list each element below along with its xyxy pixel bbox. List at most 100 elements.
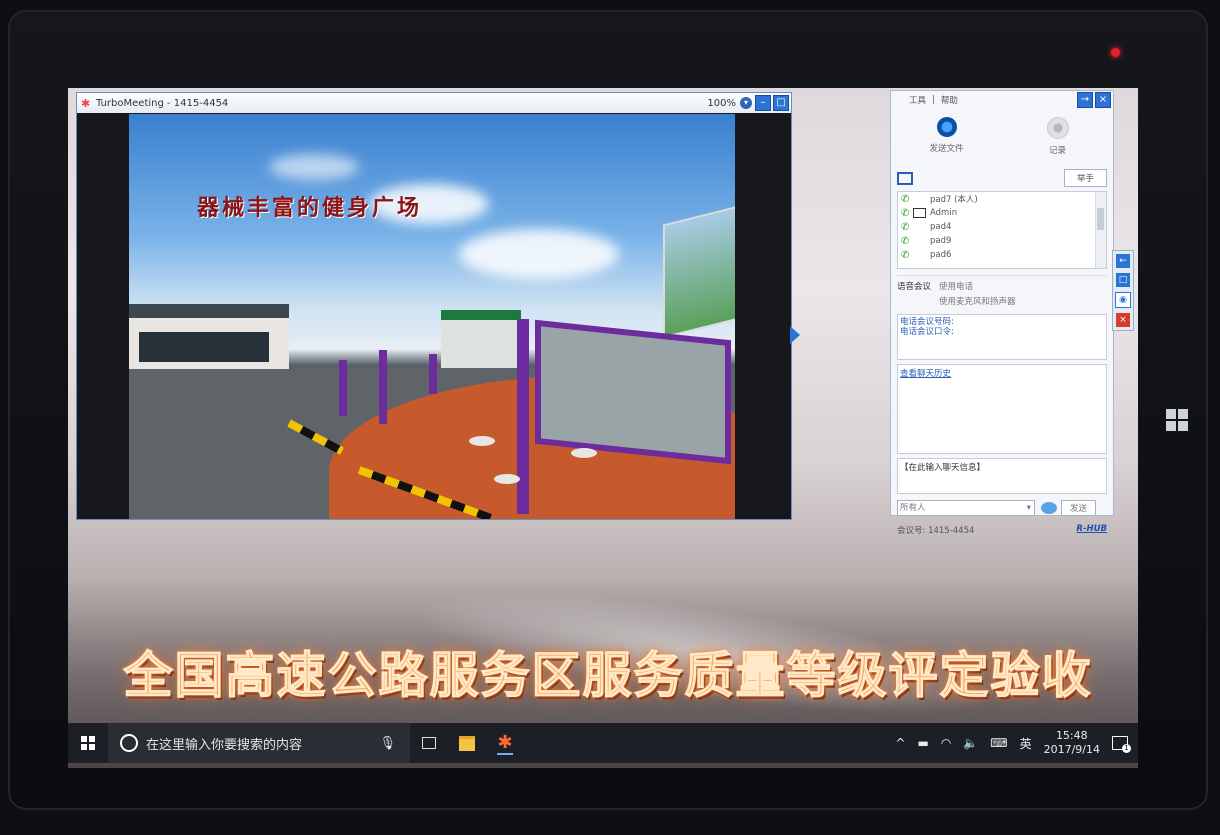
turbomeeting-logo-icon: ✱ — [81, 96, 91, 110]
attendee-name: pad7 (本人) — [930, 195, 978, 205]
search-placeholder: 在这里输入你要搜索的内容 — [146, 737, 303, 753]
windows-hardware-key-icon[interactable] — [1166, 409, 1188, 431]
slide-photo: 器械丰富的健身广场 — [129, 114, 735, 519]
attendee-name: pad6 — [930, 250, 952, 260]
volume-icon[interactable]: 🔈 — [963, 736, 978, 750]
menu-help[interactable]: 帮助 — [941, 94, 958, 106]
side-toolbar: ← □ ◉ × — [1112, 250, 1134, 331]
turbomeeting-taskbar-button[interactable]: ✱ — [486, 732, 524, 755]
record-button[interactable]: 记录 — [1002, 109, 1113, 157]
task-view-icon — [422, 737, 436, 749]
attendee-row[interactable]: ✆ pad4 — [898, 220, 1106, 234]
attendee-name: Admin — [930, 208, 958, 218]
slide-heading: 器械丰富的健身广场 — [197, 195, 423, 221]
presenter-monitor-icon — [913, 208, 926, 218]
battery-icon[interactable]: ▬ — [917, 736, 928, 750]
restore-button[interactable]: □ — [773, 95, 789, 111]
file-explorer-button[interactable] — [448, 735, 486, 751]
start-button[interactable] — [68, 736, 108, 750]
viewer-title: TurboMeeting - 1415-4454 — [96, 97, 229, 109]
task-view-button[interactable] — [410, 737, 448, 749]
voice-conference-section: 语音会议 使用电话 使用麦克风和扬声器 — [897, 275, 1107, 310]
camera-indicator — [1111, 48, 1120, 57]
phone-password-label: 电话会议口令: — [900, 327, 954, 337]
phone-icon: ✆ — [901, 207, 910, 219]
notification-count: 1 — [1122, 744, 1131, 753]
voice-option-phone[interactable]: 使用电话 — [939, 280, 1016, 292]
menu-tools[interactable]: 工具 — [909, 94, 926, 106]
raise-hand-button[interactable]: 举手 — [1063, 169, 1107, 187]
voice-option-mic[interactable]: 使用麦克风和扬声器 — [939, 295, 1016, 307]
attendee-row[interactable]: ✆ pad7 (本人) — [898, 192, 1106, 206]
attendee-row[interactable]: ✆ Admin — [898, 206, 1106, 220]
chat-icon[interactable]: ◉ — [1115, 292, 1131, 308]
minimize-button[interactable]: – — [755, 95, 771, 111]
voice-label: 语音会议 — [897, 282, 932, 292]
phone-icon: ✆ — [901, 221, 910, 233]
chat-history-link[interactable]: 查看聊天历史 — [900, 369, 951, 379]
menu-separator: | — [932, 95, 935, 105]
record-label: 记录 — [1048, 146, 1066, 156]
recipient-select[interactable]: 所有人 ▾ — [897, 500, 1035, 516]
window-icon[interactable]: □ — [1116, 273, 1130, 287]
wifi-icon[interactable]: ◠ — [941, 736, 951, 750]
phone-number-label[interactable]: 电话会议号码: — [900, 317, 1104, 327]
windows-logo-icon — [81, 736, 95, 750]
recipient-value: 所有人 — [900, 503, 926, 513]
panel-dock-button[interactable]: → — [1077, 92, 1093, 108]
attendee-scrollbar[interactable] — [1095, 192, 1106, 268]
meeting-id: 会议号: 1415-4454 — [897, 526, 975, 536]
rhub-link[interactable]: R-HUB — [1076, 524, 1107, 536]
clock-time: 15:48 — [1055, 729, 1088, 742]
record-icon — [1046, 117, 1069, 139]
wallpaper-banner-text: 全国高速公路服务区服务质量等级评定验收 — [123, 645, 1093, 704]
system-tray: ^ ▬ ◠ 🔈 ⌨ 英 15:48 2017/9/14 1 — [895, 729, 1138, 757]
turbomeeting-panel: 工具 | 帮助 → × 发送文件 记录 举手 ✆ pad7 (本人) ✆ Adm… — [890, 90, 1114, 536]
panel-tools: 发送文件 记录 — [891, 109, 1113, 157]
panel-menu: 工具 | 帮助 → × — [891, 91, 1113, 109]
viewer-titlebar[interactable]: ✱ TurboMeeting - 1415-4454 100% ▾ – □ — [77, 93, 791, 113]
zoom-level[interactable]: 100% — [707, 98, 736, 109]
attendee-tab-icon[interactable] — [897, 171, 913, 185]
search-box[interactable]: 在这里输入你要搜索的内容 🎙 — [108, 723, 410, 763]
attendee-header: 举手 — [891, 167, 1113, 189]
chevron-down-icon: ▾ — [1026, 503, 1031, 513]
keyboard-icon[interactable]: ⌨ — [990, 736, 1007, 750]
ime-indicator[interactable]: 英 — [1020, 735, 1032, 752]
folder-icon — [459, 735, 475, 751]
attendee-row[interactable]: ✆ pad6 — [898, 248, 1106, 262]
close-icon[interactable]: × — [1116, 313, 1130, 327]
screen: 全国高速公路服务区服务质量等级评定验收 ✱ TurboMeeting - 141… — [68, 88, 1138, 768]
send-file-icon — [936, 117, 957, 137]
windows-taskbar: 在这里输入你要搜索的内容 🎙 ✱ ^ ▬ ◠ 🔈 ⌨ 英 15:48 2017/… — [68, 723, 1138, 763]
tablet-bezel: 全国高速公路服务区服务质量等级评定验收 ✱ TurboMeeting - 141… — [8, 10, 1208, 810]
billboard — [663, 203, 735, 339]
action-center-icon[interactable]: 1 — [1112, 736, 1131, 753]
clock-date: 2017/9/14 — [1043, 743, 1100, 756]
send-file-button[interactable]: 发送文件 — [891, 109, 1002, 157]
send-file-label: 发送文件 — [929, 144, 964, 154]
notice-board — [535, 319, 731, 465]
panel-close-button[interactable]: × — [1095, 92, 1111, 108]
chevron-up-icon[interactable]: ^ — [895, 736, 905, 750]
attendee-list[interactable]: ✆ pad7 (本人) ✆ Admin ✆ pad4 ✆ pad9 ✆ pad6 — [897, 191, 1107, 269]
phone-icon: ✆ — [901, 235, 910, 247]
cortana-icon — [120, 734, 138, 752]
meeting-id-row: 会议号: 1415-4454 R-HUB — [897, 524, 1107, 536]
attendee-name: pad4 — [930, 222, 952, 232]
arrow-left-icon[interactable]: ← — [1116, 254, 1130, 268]
phone-icon: ✆ — [901, 193, 910, 205]
phone-icon: ✆ — [901, 249, 910, 261]
microphone-icon[interactable]: 🎙 — [379, 736, 396, 751]
slide-next-arrow-icon[interactable] — [790, 326, 800, 344]
turbomeeting-icon: ✱ — [497, 731, 513, 755]
clock[interactable]: 15:48 2017/9/14 — [1044, 729, 1100, 757]
chat-bubble-icon — [1041, 502, 1057, 514]
attendee-row[interactable]: ✆ pad9 — [898, 234, 1106, 248]
service-station — [441, 310, 521, 368]
zoom-dropdown-icon[interactable]: ▾ — [740, 97, 752, 109]
chat-input[interactable]: 【在此输入聊天信息】 — [897, 458, 1107, 494]
send-button[interactable]: 发送 — [1061, 500, 1097, 516]
attendee-name: pad9 — [930, 236, 952, 246]
send-row: 所有人 ▾ 发送 — [897, 500, 1107, 516]
